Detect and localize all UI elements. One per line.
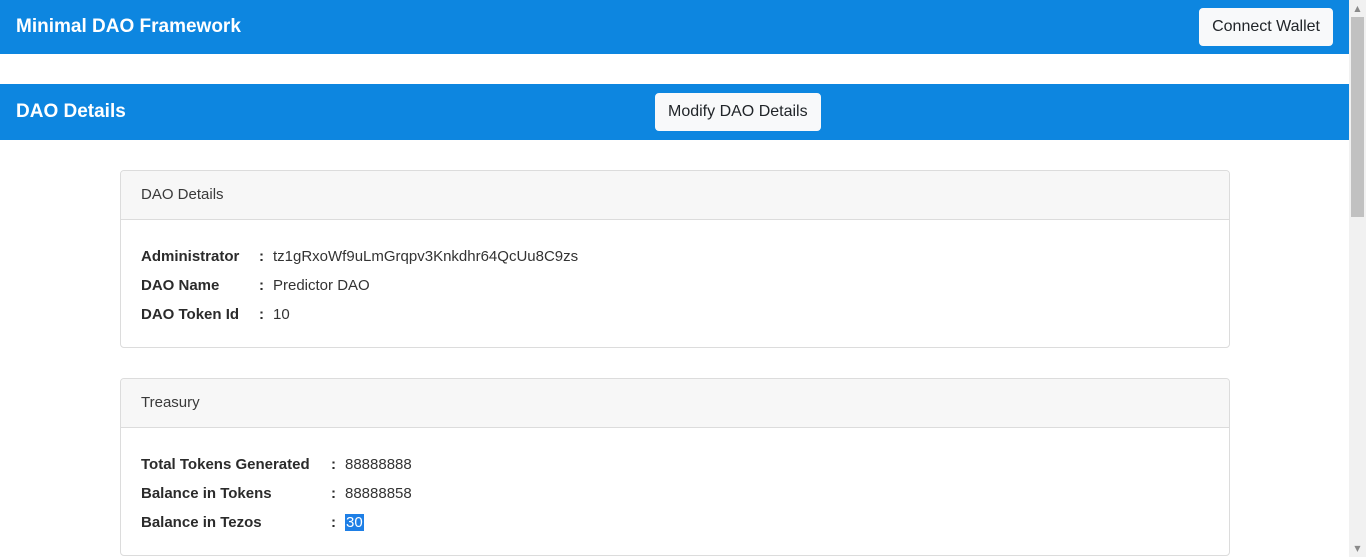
balance-tokens-label: Balance in Tokens [141,485,272,502]
separator: : [331,456,336,473]
vertical-scrollbar[interactable]: ▲ ▼ [1349,0,1366,557]
dao-token-id-value: 10 [273,306,290,323]
administrator-value: tz1gRxoWf9uLmGrqpv3Knkdhr64QcUu8C9zs [273,248,579,265]
scrollbar-thumb[interactable] [1351,17,1364,217]
section-header-bar: DAO Details Modify DAO Details [0,84,1349,140]
modify-dao-details-button[interactable]: Modify DAO Details [655,93,821,131]
separator: : [259,277,264,294]
section-title: DAO Details [16,101,126,122]
page: Minimal DAO Framework Connect Wallet DAO… [0,0,1349,557]
dao-name-value: Predictor DAO [273,277,370,294]
separator: : [331,514,336,531]
treasury-row-balance-tokens: Balance in Tokens : 88888858 [141,479,1209,508]
detail-row-dao-token-id: DAO Token Id : 10 [141,300,1209,329]
treasury-card-header: Treasury [121,379,1229,428]
treasury-row-total-tokens: Total Tokens Generated : 88888888 [141,450,1209,479]
dao-token-id-label: DAO Token Id [141,306,240,323]
total-tokens-value: 88888888 [345,456,412,473]
dao-name-label: DAO Name [141,277,220,294]
scroll-down-arrow-icon[interactable]: ▼ [1349,540,1366,557]
dao-details-card-body: Administrator : tz1gRxoWf9uLmGrqpv3Knkdh… [121,220,1229,329]
dao-details-card: DAO Details Administrator : tz1gRxoWf9uL… [120,170,1230,348]
treasury-row-balance-tezos: Balance in Tezos : 30 [141,508,1209,537]
connect-wallet-button[interactable]: Connect Wallet [1199,8,1333,46]
separator: : [259,306,264,323]
detail-row-administrator: Administrator : tz1gRxoWf9uLmGrqpv3Knkdh… [141,242,1209,271]
scroll-up-arrow-icon[interactable]: ▲ [1349,0,1366,17]
balance-tezos-value: 30 [345,514,364,531]
balance-tezos-label: Balance in Tezos [141,514,262,531]
separator: : [259,248,264,265]
dao-details-card-header: DAO Details [121,171,1229,220]
balance-tokens-value: 88888858 [345,485,412,502]
administrator-label: Administrator [141,248,240,265]
treasury-card: Treasury Total Tokens Generated : 888888… [120,378,1230,556]
top-navbar: Minimal DAO Framework Connect Wallet [0,0,1349,54]
treasury-card-body: Total Tokens Generated : 88888888 Balanc… [121,428,1229,537]
separator: : [331,485,336,502]
detail-row-dao-name: DAO Name : Predictor DAO [141,271,1209,300]
brand-title: Minimal DAO Framework [16,16,241,37]
total-tokens-label: Total Tokens Generated [141,456,310,473]
